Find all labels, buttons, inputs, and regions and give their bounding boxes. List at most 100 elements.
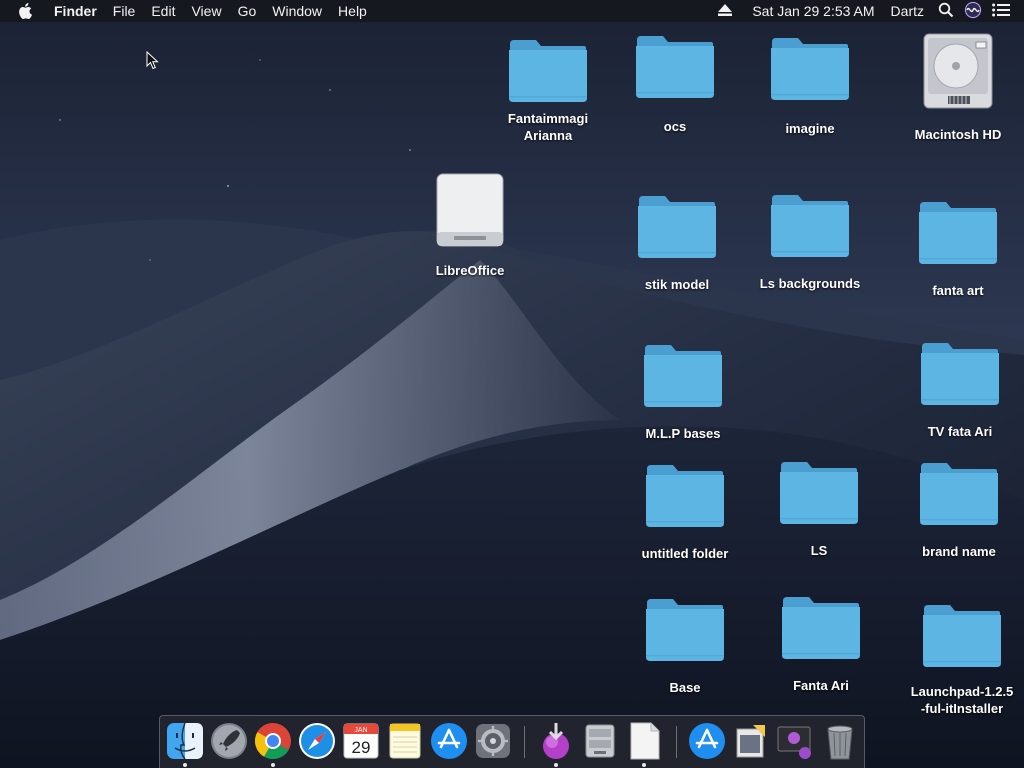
menubar-user[interactable]: Dartz [887,0,928,22]
desktop-folder-launchpad-installer[interactable]: Launchpad-1.2.5 -ful-itInstaller [902,603,1022,717]
menu-bar: Finder File Edit View Go Window Help Sat… [0,0,1024,22]
dock-launchpad[interactable] [209,721,249,761]
dock-finder[interactable] [165,721,205,767]
dock-trash[interactable] [820,721,860,761]
spotlight-search-icon[interactable] [938,2,954,21]
dock: JAN 29 [159,715,865,768]
desktop-folder-ls-backgrounds[interactable]: Ls backgrounds [750,193,870,292]
installer-download-icon [543,723,569,759]
desktop-icon-label: LibreOffice [435,263,505,278]
desktop-icon-label: brand name [922,544,996,559]
dock-preview[interactable] [731,721,771,761]
desktop-icon-label: Ls backgrounds [759,276,861,291]
desktop-icon-label: Fanta Ari [793,678,849,693]
calendar-day: 29 [352,738,371,757]
folder-icon [509,40,587,102]
hard-drive-icon [923,33,993,109]
notes-icon [389,723,421,759]
folder-icon [920,463,998,525]
folder-icon [921,343,999,405]
desktop-folder-ls[interactable]: LS [759,460,879,559]
running-indicator [554,763,558,767]
menu-edit[interactable]: Edit [143,0,183,22]
desktop-folder-stik-model[interactable]: stik model [617,194,737,293]
folder-icon [646,599,724,661]
dock-disk-utility[interactable] [580,721,620,761]
desktop-folder-tv-fata-ari[interactable]: TV fata Ari [900,341,1020,440]
folder-icon [771,195,849,257]
utility-screen-icon [777,726,811,759]
dock-calendar[interactable]: JAN 29 [341,721,381,761]
dock-installer[interactable] [536,721,576,767]
desktop-icon-label: Launchpad-1.2.5 -ful-itInstaller [910,684,1014,716]
folder-icon [782,597,860,659]
dock-app-store[interactable] [429,721,469,761]
dock-notes[interactable] [385,721,425,761]
folder-icon [780,462,858,524]
desktop-macintosh-hd[interactable]: Macintosh HD [898,32,1018,143]
desktop-icon-label: Base [669,680,701,695]
desktop-icon-label: Fantaimmagi Arianna [507,111,589,143]
status-area: Sat Jan 29 2:53 AM Dartz [708,0,1024,22]
desktop-folder-ocs[interactable]: ocs [615,34,735,135]
desktop-icon-label: ocs [663,119,687,134]
eject-icon[interactable] [718,3,733,19]
dock-chrome[interactable] [253,721,293,767]
folder-icon [923,605,1001,667]
dock-app-store-downloads[interactable] [687,721,727,761]
desktop-folder-imagine[interactable]: imagine [750,36,870,137]
calendar-month: JAN [354,727,367,734]
disk-utility-icon [585,724,615,758]
system-preferences-gear-icon [476,724,510,758]
dock-utility[interactable] [775,721,815,761]
desktop-icon-label: LS [810,543,828,558]
dock-separator [676,726,677,758]
desktop-libreoffice-volume[interactable]: LibreOffice [410,172,530,279]
desktop-folder-fanta-ari[interactable]: Fanta Ari [761,595,881,694]
trash-icon [827,725,853,760]
menu-go[interactable]: Go [230,0,265,22]
folder-icon [636,36,714,98]
app-menu-finder[interactable]: Finder [46,0,105,22]
menu-help[interactable]: Help [330,0,375,22]
app-store-downloads-icon [689,723,725,759]
apple-menu-icon[interactable] [0,3,46,19]
preview-image-icon [736,725,765,758]
running-indicator [183,763,187,767]
desktop-icon-label: TV fata Ari [927,424,993,439]
desktop-folder-base[interactable]: Base [625,597,745,696]
desktop-icon-label: M.L.P bases [645,426,721,441]
desktop-folder-fanta-art[interactable]: fanta art [898,200,1018,299]
calendar-icon: JAN 29 [343,723,379,759]
menu-file[interactable]: File [105,0,144,22]
dock-document[interactable] [624,721,664,767]
dock-system-preferences[interactable] [473,721,513,761]
siri-icon[interactable] [964,1,982,22]
menubar-clock[interactable]: Sat Jan 29 2:53 AM [748,0,878,22]
app-store-icon [431,723,467,759]
folder-icon [771,38,849,100]
launchpad-rocket-icon [211,723,247,759]
dock-safari[interactable] [297,721,337,761]
menu-view[interactable]: View [183,0,229,22]
desktop-folder-brand-name[interactable]: brand name [899,461,1019,560]
desktop-icon-label: imagine [785,121,835,136]
desktop-folder-untitled[interactable]: untitled folder [625,463,745,562]
folder-icon [638,196,716,258]
desktop-folder-fantaimmagi-arianna[interactable]: Fantaimmagi Arianna [488,38,608,144]
desktop-icon-label: stik model [644,277,710,292]
external-drive-icon [436,173,504,247]
desktop[interactable]: Finder File Edit View Go Window Help Sat… [0,0,1024,768]
notification-center-icon[interactable] [992,3,1010,20]
safari-compass-icon [299,723,335,759]
menu-window[interactable]: Window [264,0,330,22]
chrome-icon [254,723,291,760]
finder-icon [167,722,203,760]
folder-icon [919,202,997,264]
desktop-icon-label: Macintosh HD [914,127,1002,142]
desktop-icon-label: fanta art [932,283,984,298]
desktop-icon-label: untitled folder [641,546,729,561]
desktop-folder-mlp-bases[interactable]: M.L.P bases [623,343,743,442]
running-indicator [271,763,275,767]
dock-separator [524,726,525,758]
